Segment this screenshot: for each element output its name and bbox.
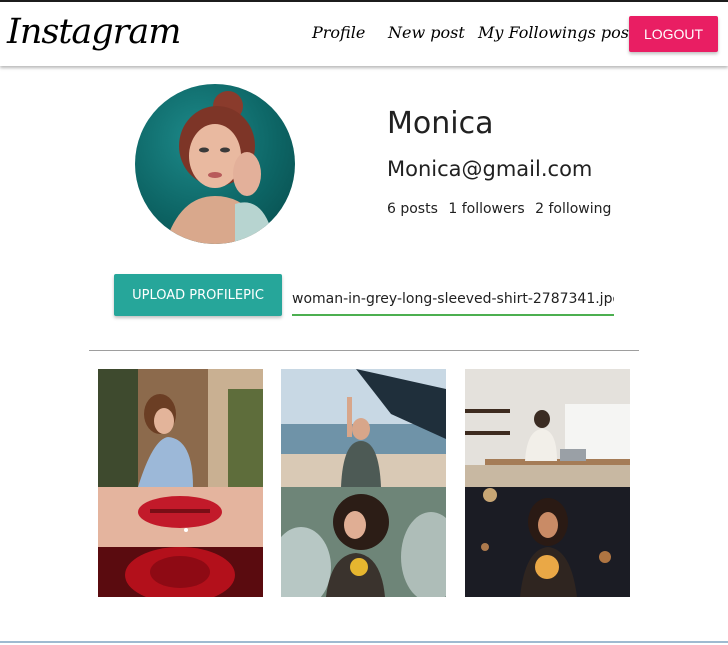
posts-count: 6 posts — [387, 201, 438, 217]
navbar: Instagram Profile New post My Followings… — [0, 2, 728, 66]
file-path-input[interactable] — [292, 284, 614, 316]
post-image-woman-lights[interactable] — [465, 487, 630, 597]
post-image-kitchen-laptop[interactable] — [465, 369, 630, 487]
nav-link-profile[interactable]: Profile — [312, 23, 365, 42]
following-count: 2 following — [535, 201, 612, 217]
section-divider — [89, 350, 639, 351]
post-image-woman-blue-dress[interactable] — [98, 369, 263, 487]
profile-stats: 6 posts 1 followers 2 following — [387, 201, 617, 217]
avatar-portrait-image — [165, 91, 275, 244]
brand-logo[interactable]: Instagram — [7, 12, 181, 52]
profile-avatar — [135, 84, 295, 244]
nav-link-followings-post[interactable]: My Followings post — [478, 23, 635, 42]
post-image-woman-beach[interactable] — [281, 369, 446, 487]
post-image-red-lips-rose[interactable] — [98, 487, 263, 597]
window-bottom-border — [0, 641, 728, 643]
profile-email: Monica@gmail.com — [387, 157, 593, 181]
logout-button[interactable]: LOGOUT — [629, 16, 718, 52]
nav-link-new-post[interactable]: New post — [388, 23, 465, 42]
upload-profilepic-button[interactable]: UPLOAD PROFILEPIC — [114, 274, 282, 316]
post-image-woman-flowers[interactable] — [281, 487, 446, 597]
profile-name: Monica — [387, 106, 494, 141]
followers-count: 1 followers — [448, 201, 525, 217]
